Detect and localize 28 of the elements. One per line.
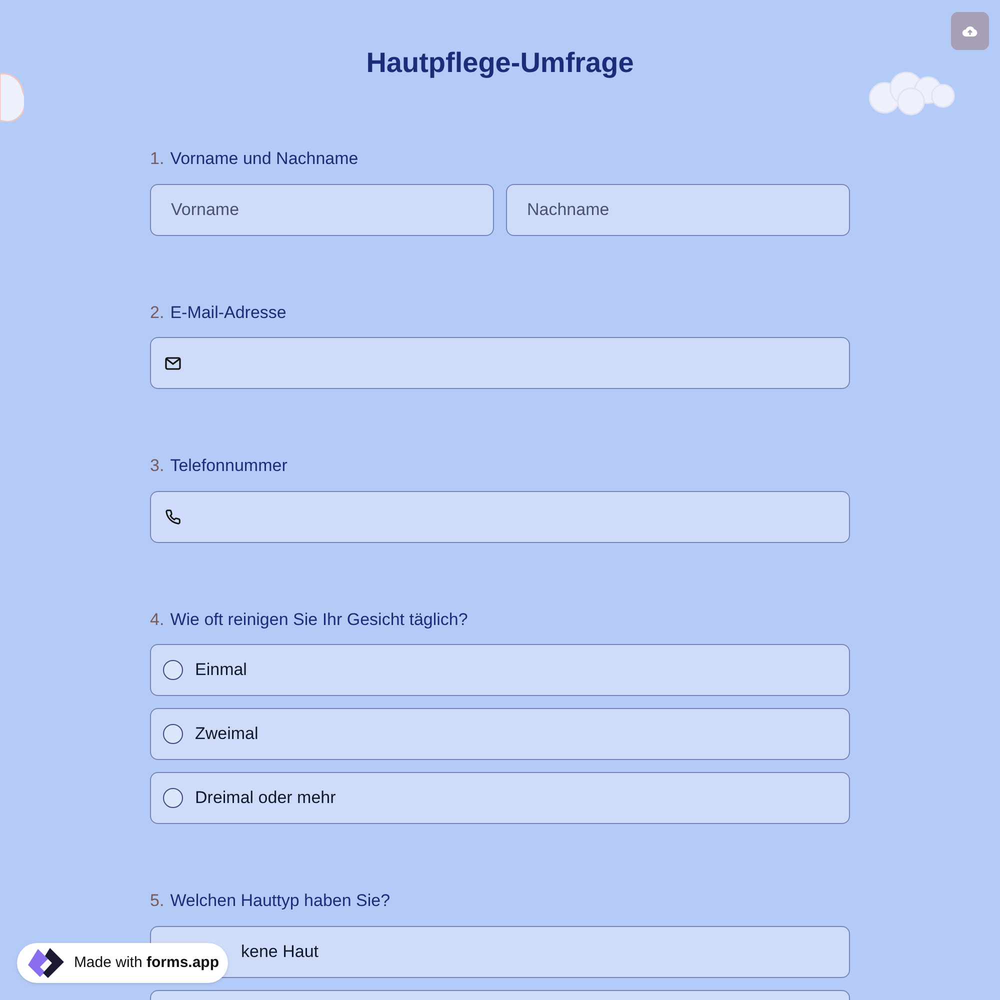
upload-button[interactable] — [951, 12, 989, 50]
text-field[interactable]: Nachname — [506, 184, 850, 236]
question-number: 4. — [150, 608, 164, 630]
question-number: 2. — [150, 302, 164, 324]
radio-button[interactable] — [163, 724, 183, 744]
question-label: Vorname und Nachname — [170, 148, 358, 170]
logo-icon — [26, 946, 66, 980]
email-field[interactable] — [150, 337, 850, 389]
choice-option[interactable]: Zweimal — [150, 708, 850, 760]
cloud-drawing — [0, 70, 24, 122]
question-label: Telefonnummer — [170, 455, 288, 477]
phone-icon — [165, 508, 181, 524]
radio-button[interactable] — [163, 788, 183, 808]
question-number: 1. — [150, 148, 164, 170]
choice-option[interactable]: Dreimal oder mehr — [150, 772, 850, 824]
cloud-upload-icon — [962, 25, 978, 37]
form-title: Hautpflege-Umfrage — [365, 46, 635, 80]
text-field[interactable]: Vorname — [150, 184, 494, 236]
question-label: E-Mail-Adresse — [170, 302, 286, 324]
choice-option[interactable]: Einmal — [150, 644, 850, 696]
question-label: Welchen Hauttyp haben Sie? — [170, 890, 390, 912]
question-number: 3. — [150, 455, 164, 477]
envelope-icon — [165, 356, 181, 370]
made-with-badge[interactable]: Made with forms.app — [17, 943, 228, 983]
question-number: 5. — [150, 890, 164, 912]
question-label: Wie oft reinigen Sie Ihr Gesicht täglich? — [170, 608, 468, 630]
radio-button[interactable] — [163, 660, 183, 680]
phone-field[interactable] — [150, 490, 850, 542]
